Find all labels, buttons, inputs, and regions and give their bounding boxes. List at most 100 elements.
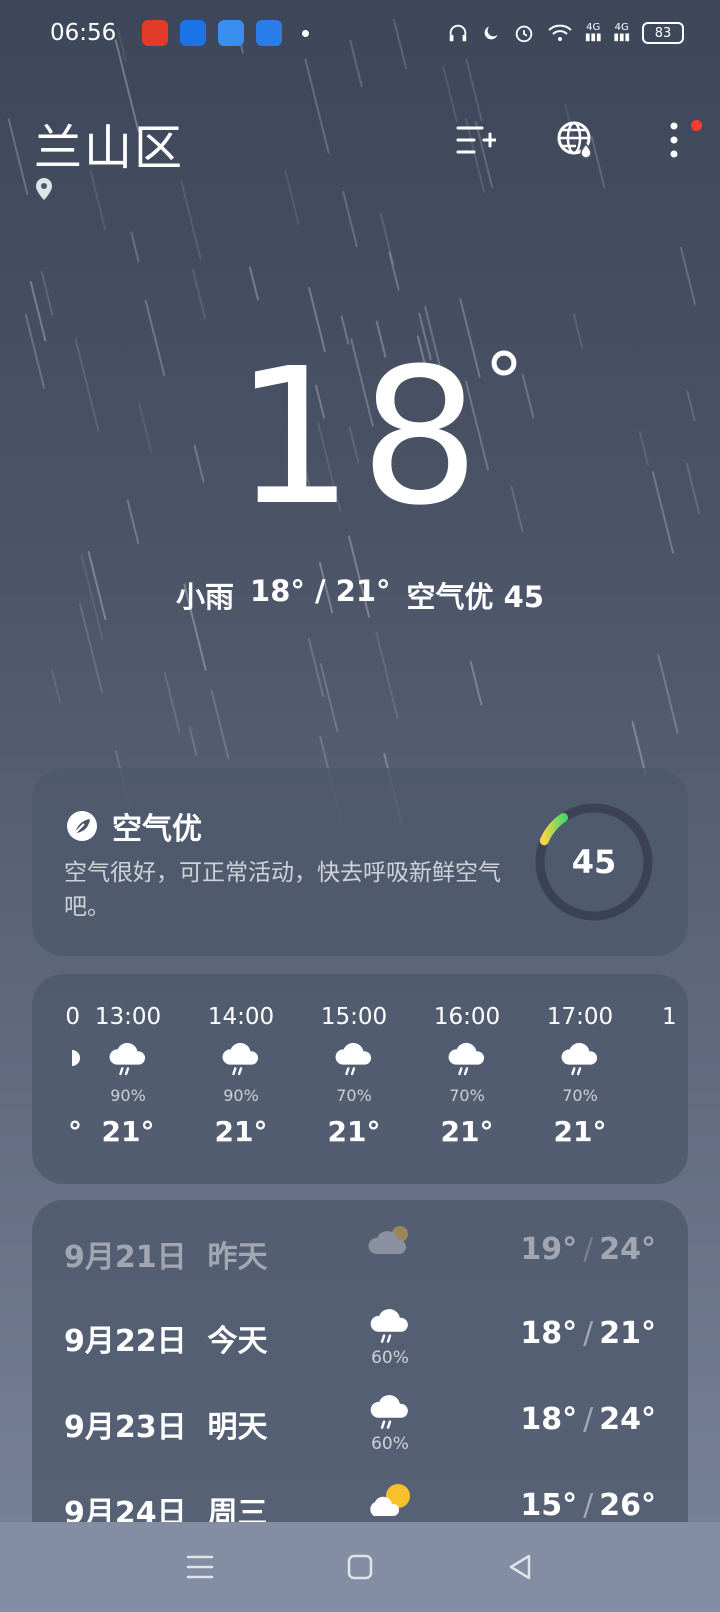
daily-row[interactable]: 9月22日 今天 60% 18°/21° <box>64 1306 656 1386</box>
air-quality-card[interactable]: 空气优 空气很好，可正常活动，快去呼吸新鲜空气吧。 45 <box>32 768 688 956</box>
app-leaf-icon <box>256 20 283 46</box>
hourly-item-partial[interactable]: 0 ° <box>32 1004 82 1148</box>
day-label: 昨天 <box>207 1240 268 1275</box>
aqi-value: 45 <box>571 843 617 881</box>
hourly-item[interactable]: 13:00 90% 21° <box>78 1004 178 1148</box>
rain-cloud-icon <box>109 1042 146 1076</box>
weather-summary: 小雨 18° / 21° 空气优 45 <box>0 574 720 616</box>
leaf-icon <box>67 811 97 841</box>
day-high: 24° <box>599 1402 656 1437</box>
day-high: 21° <box>599 1316 656 1351</box>
aqi-description: 空气很好，可正常活动，快去呼吸新鲜空气吧。 <box>64 860 501 920</box>
signal-1-icon: 4G ▮▮▮ <box>584 22 602 43</box>
wifi-icon <box>548 24 572 41</box>
more-notifications-icon <box>302 29 310 37</box>
hourly-item[interactable]: 14:00 90% 21° <box>191 1004 291 1148</box>
home-square-icon <box>347 1554 373 1580</box>
day-date: 9月21日 昨天 <box>64 1232 268 1276</box>
globe-icon <box>557 121 592 159</box>
day-high: 26° <box>599 1488 656 1523</box>
navigation-bar <box>0 1522 720 1612</box>
hour-precipitation: 70% <box>449 1086 485 1105</box>
temperature-value: 18 <box>234 328 486 547</box>
status-bar: 06:56 4G ▮▮▮ 4G ▮▮▮ 83 <box>0 0 720 66</box>
hour-temp: 21° <box>327 1115 381 1148</box>
hour-time: 0 <box>65 1004 80 1030</box>
date-text: 9月22日 <box>64 1324 187 1359</box>
hourly-item[interactable]: 15:00 70% 21° <box>304 1004 404 1148</box>
day-low: 18° <box>520 1402 578 1437</box>
back-button[interactable] <box>490 1537 550 1597</box>
rain-cloud-icon <box>370 1395 408 1429</box>
app-red-icon <box>142 20 169 46</box>
day-date: 9月22日 今天 <box>64 1316 268 1360</box>
add-city-button[interactable] <box>452 116 500 164</box>
cloudy-sun-icon <box>368 1226 408 1254</box>
day-date: 9月23日 明天 <box>64 1402 268 1446</box>
air-quality-text: 空气优 45 <box>406 580 544 614</box>
hour-temp: 21° <box>101 1115 155 1148</box>
hour-temp: 21° <box>553 1115 607 1148</box>
signal-2-icon: 4G ▮▮▮ <box>613 22 630 43</box>
date-text: 9月21日 <box>64 1240 187 1275</box>
app-doc-icon <box>180 20 207 46</box>
battery-icon: 83 <box>642 22 684 44</box>
moon-icon <box>484 26 498 40</box>
header: 兰山区 <box>34 108 702 208</box>
hour-time: 14:00 <box>207 1004 275 1030</box>
hourly-item[interactable]: 17:00 70% 21° <box>530 1004 630 1148</box>
hour-time: 1 <box>662 1004 677 1030</box>
location-pin-icon <box>36 178 52 200</box>
day-temp-range: 19°/24° <box>520 1232 656 1267</box>
day-low: 18° <box>520 1316 578 1351</box>
day-precipitation: 60% <box>371 1347 409 1368</box>
day-precipitation: 60% <box>371 1433 409 1454</box>
rain-cloud-icon <box>370 1309 408 1343</box>
degree-symbol: ° <box>484 336 524 429</box>
day-low: 15° <box>520 1488 578 1523</box>
hour-temp: ° <box>68 1115 82 1148</box>
more-vertical-icon <box>670 122 678 158</box>
app-weather-icon <box>218 20 245 46</box>
hour-precipitation: 90% <box>110 1086 146 1105</box>
hour-time: 13:00 <box>94 1004 162 1030</box>
rain-cloud-icon <box>335 1042 372 1076</box>
daily-row[interactable]: 9月21日 昨天 19°/24° <box>64 1222 656 1302</box>
status-time: 06:56 <box>50 20 117 46</box>
recent-apps-button[interactable] <box>170 1537 230 1597</box>
rain-cloud-icon <box>561 1042 598 1076</box>
rain-cloud-icon <box>448 1042 485 1076</box>
add-list-icon <box>456 126 496 154</box>
headphones-icon <box>449 24 467 42</box>
day-label: 明天 <box>207 1410 268 1445</box>
hourly-item[interactable]: 16:00 70% 21° <box>417 1004 517 1148</box>
menu-icon <box>186 1555 214 1579</box>
back-triangle-icon <box>509 1554 531 1580</box>
alarm-icon <box>515 25 533 43</box>
hour-time: 16:00 <box>433 1004 501 1030</box>
date-text: 9月23日 <box>64 1410 187 1445</box>
hour-precipitation: 90% <box>223 1086 259 1105</box>
sun-cloud-icon <box>370 1484 410 1516</box>
day-temp-range: 15°/26° <box>520 1488 656 1523</box>
daily-row[interactable]: 9月23日 明天 60% 18°/24° <box>64 1392 656 1472</box>
hour-temp: 21° <box>440 1115 494 1148</box>
day-low: 19° <box>520 1232 578 1267</box>
current-temperature: 18 ° <box>0 328 720 547</box>
battery-level: 83 <box>654 25 672 41</box>
hour-precipitation: 70% <box>336 1086 372 1105</box>
day-high: 24° <box>599 1232 656 1267</box>
day-temp-range: 18°/24° <box>520 1402 656 1437</box>
hour-time: 17:00 <box>546 1004 614 1030</box>
more-options-button[interactable] <box>650 116 702 164</box>
hour-time: 15:00 <box>320 1004 388 1030</box>
notification-dot <box>691 120 702 131</box>
day-label: 今天 <box>207 1324 268 1359</box>
home-button[interactable] <box>330 1537 390 1597</box>
hour-temp: 21° <box>214 1115 268 1148</box>
condition-text: 小雨 <box>176 580 235 614</box>
global-weather-button[interactable] <box>552 116 600 164</box>
hourly-forecast-card[interactable]: 0 ° 13:00 90% 21° 14:00 90% 21° 15:00 70% 21° 16:… <box>32 974 688 1184</box>
temperature-range: 18° / 21° <box>250 574 391 608</box>
hourly-item-partial[interactable]: 1 <box>644 1004 688 1030</box>
